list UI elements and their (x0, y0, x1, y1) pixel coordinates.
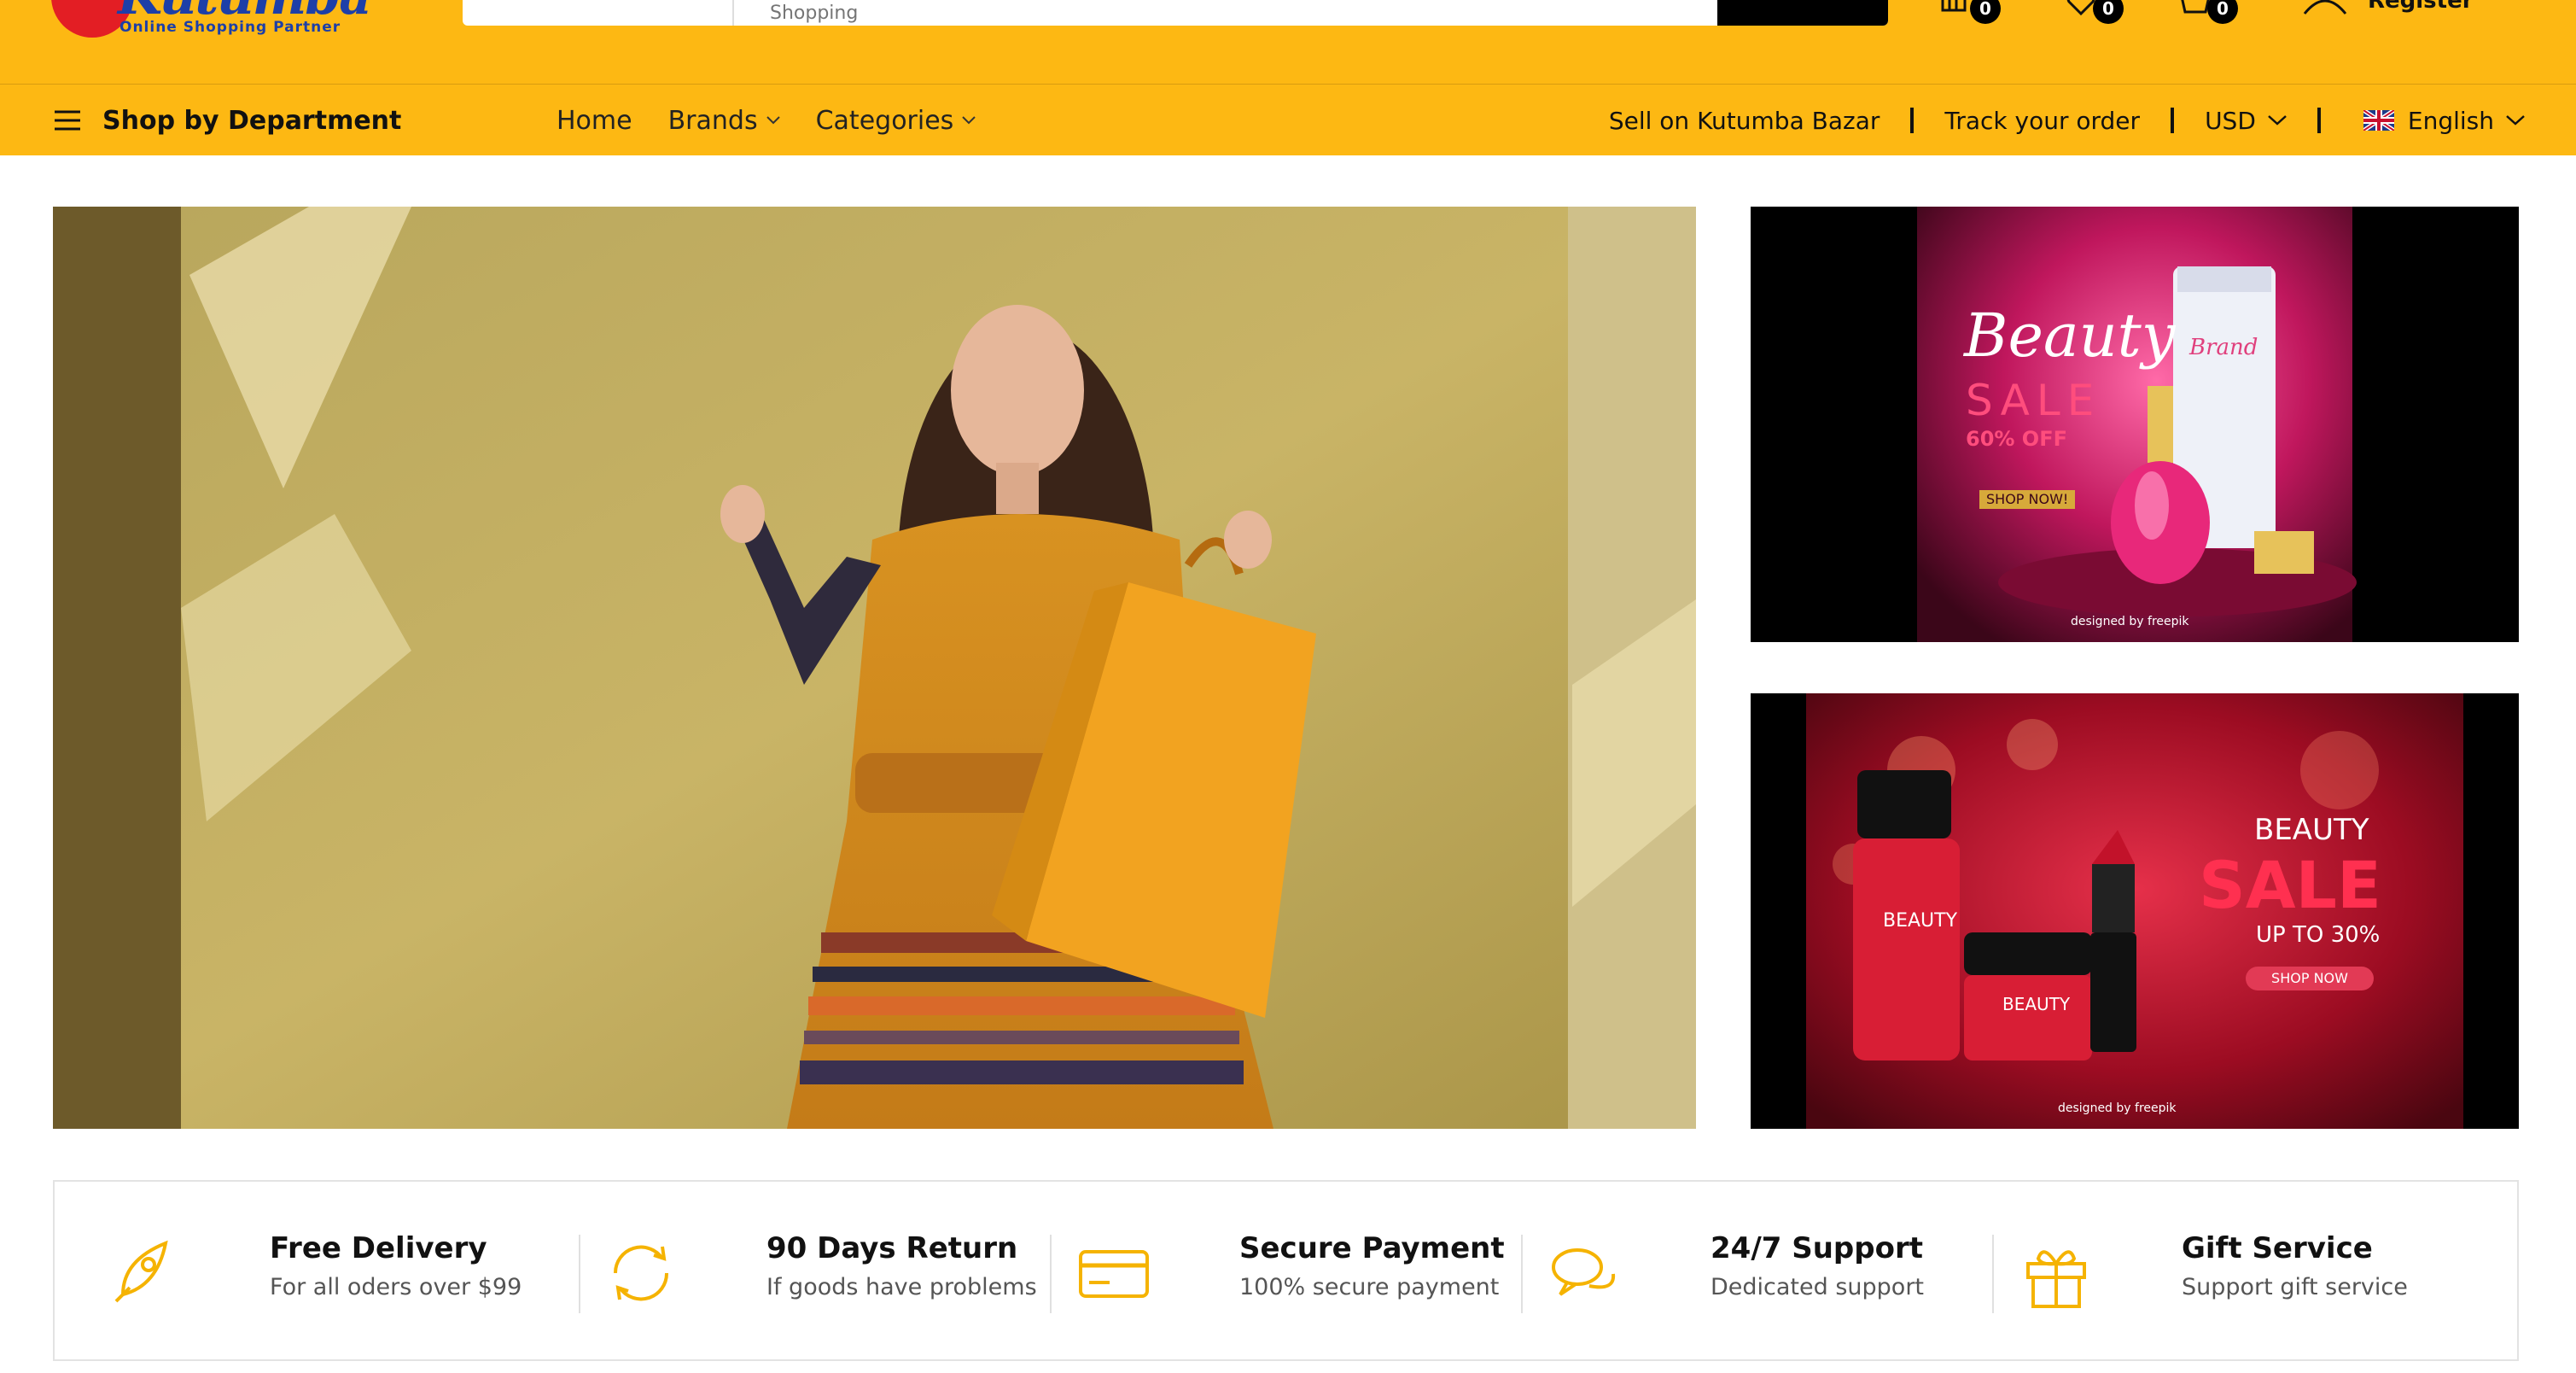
side-banner-beauty-60[interactable]: Beauty SALE 60% OFF Brand SHOP NOW! desi… (1751, 207, 2519, 642)
beauty-sale-artwork (1751, 693, 2519, 1129)
chat-bubbles-icon (1552, 1248, 1616, 1296)
banner-credit: designed by freepik (2071, 615, 2189, 628)
hamburger-menu-icon (55, 110, 80, 131)
nav-divider (1910, 108, 1915, 133)
uk-flag-icon (2363, 110, 2394, 131)
feature-title: Secure Payment (1239, 1231, 1505, 1265)
gift-icon (2026, 1250, 2086, 1308)
feature-divider (1050, 1235, 1052, 1313)
beauty-sale-artwork (1751, 207, 2519, 642)
feature-divider (1521, 1235, 1523, 1313)
feature-subtitle: 100% secure payment (1239, 1274, 1500, 1300)
site-logo[interactable]: Kutumba Online Shopping Partner (51, 0, 372, 41)
track-order-label: Track your order (1944, 106, 2141, 135)
feature-title: 90 Days Return (766, 1231, 1018, 1265)
chevron-down-icon (2268, 115, 2287, 126)
compare-icon (1941, 0, 1967, 12)
banner-credit: designed by freepik (2058, 1101, 2177, 1115)
feature-free-delivery: Free Delivery For all oders over $99 (106, 1182, 575, 1359)
feature-title: Free Delivery (270, 1231, 487, 1265)
feature-gift-service: Gift Service Support gift service (2018, 1182, 2487, 1359)
register-link[interactable]: Register (2299, 0, 2474, 26)
side-banner-beauty-30[interactable]: BEAUTY BEAUTY BEAUTY SALE UP TO 30% SHOP… (1751, 693, 2519, 1129)
nav-brands-label: Brands (667, 105, 758, 136)
feature-divider (579, 1235, 580, 1313)
hero-photo-woman-shopping (53, 207, 1696, 1129)
hero-banner[interactable] (53, 207, 1696, 1129)
secondary-nav: Sell on Kutumba Bazar Track your order U… (1609, 85, 2525, 156)
features-strip: Free Delivery For all oders over $99 90 … (53, 1180, 2519, 1361)
nav-home[interactable]: Home (557, 106, 632, 136)
feature-subtitle: For all oders over $99 (270, 1274, 522, 1300)
wishlist-count-badge: 0 (2093, 0, 2124, 24)
track-order-link[interactable]: Track your order (1944, 107, 2140, 135)
rocket-icon (114, 1240, 168, 1303)
feature-90-days-return: 90 Days Return If goods have problems (603, 1182, 1072, 1359)
language-value: English (2407, 106, 2494, 135)
logo-tagline: Online Shopping Partner (119, 19, 341, 36)
banner-beauty-line: BEAUTY (2254, 813, 2369, 847)
search-input[interactable] (736, 0, 1717, 26)
top-header: Kutumba Online Shopping Partner 0 0 0 Re… (0, 0, 2576, 84)
user-icon (2303, 0, 2347, 15)
wishlist-button[interactable]: 0 (2062, 0, 2124, 26)
nav-brands[interactable]: Brands (668, 106, 780, 136)
chevron-down-icon (962, 116, 976, 125)
sell-on-link[interactable]: Sell on Kutumba Bazar (1609, 107, 1880, 135)
banner-beauty-title: Beauty (1964, 301, 2176, 371)
banner-sale-word: SALE (1966, 376, 2101, 425)
chevron-down-icon (766, 116, 780, 125)
search-button[interactable] (1717, 0, 1888, 26)
primary-nav: Home Brands Categories (557, 85, 1011, 156)
nav-categories-label: Categories (815, 105, 954, 136)
language-selector[interactable]: English (2352, 107, 2525, 135)
nav-categories[interactable]: Categories (816, 106, 976, 136)
feature-subtitle: Support gift service (2182, 1274, 2408, 1300)
cart-button[interactable]: 0 (2177, 0, 2238, 26)
credit-card-icon (1079, 1250, 1149, 1298)
nav-home-label: Home (557, 105, 632, 136)
feature-secure-payment: Secure Payment 100% secure payment (1075, 1182, 1545, 1359)
feature-subtitle: Dedicated support (1711, 1274, 1925, 1300)
banner-discount: 60% OFF (1966, 427, 2067, 451)
main-navbar: Shop by Department Home Brands Categorie… (0, 84, 2576, 155)
cart-count-badge: 0 (2207, 0, 2238, 24)
banner-shop-now-button[interactable]: SHOP NOW (2246, 970, 2374, 986)
compare-button[interactable]: 0 (1939, 0, 2001, 26)
chevron-down-icon (2506, 115, 2525, 126)
banner-shop-now-button[interactable]: SHOP NOW! (1979, 490, 2076, 509)
jar-label: BEAUTY (2002, 994, 2071, 1014)
banner-upto: UP TO 30% (2256, 922, 2381, 948)
feature-support: 24/7 Support Dedicated support (1547, 1182, 2016, 1359)
search-category-select[interactable] (463, 0, 734, 26)
nav-divider (2317, 108, 2321, 133)
department-label: Shop by Department (102, 105, 402, 136)
feature-divider (1992, 1235, 1994, 1313)
sell-on-label: Sell on Kutumba Bazar (1608, 106, 1880, 135)
register-label: Register (2368, 0, 2474, 14)
shop-by-department-button[interactable]: Shop by Department (53, 85, 401, 156)
bottle-label: BEAUTY (1883, 910, 1958, 932)
feature-subtitle: If goods have problems (766, 1274, 1037, 1300)
banner-sale-word: SALE (2199, 847, 2381, 923)
compare-count-badge: 0 (1970, 0, 2001, 24)
feature-title: 24/7 Support (1711, 1231, 1923, 1265)
currency-value: USD (2205, 106, 2256, 135)
nav-divider (2171, 108, 2175, 133)
search-bar (463, 0, 1888, 26)
banner-brand-label: Brand (2189, 335, 2258, 360)
currency-selector[interactable]: USD (2205, 107, 2287, 135)
feature-title: Gift Service (2182, 1231, 2373, 1265)
refresh-icon (613, 1245, 669, 1301)
